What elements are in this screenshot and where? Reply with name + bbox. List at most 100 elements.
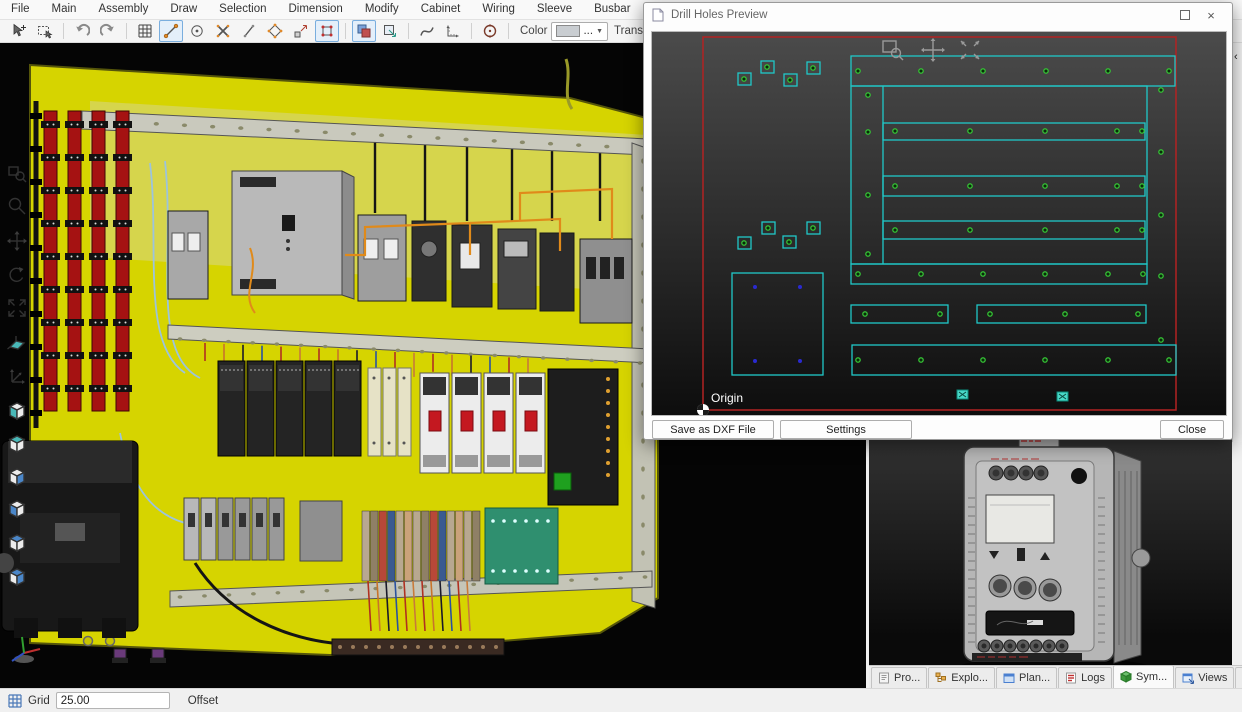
- toolbar-separator: [345, 23, 346, 39]
- select-plus-icon: [11, 23, 27, 39]
- tab-logs[interactable]: Logs: [1058, 667, 1112, 688]
- tab-label: Plan...: [1019, 672, 1050, 684]
- terminal-strip-green: [485, 508, 558, 584]
- menu-sleeve[interactable]: Sleeve: [526, 0, 583, 19]
- snap-node-button[interactable]: [315, 20, 339, 42]
- preview-view-tools[interactable]: [883, 38, 979, 62]
- delete-cross-icon: [215, 23, 231, 39]
- menu-modify[interactable]: Modify: [354, 0, 410, 19]
- menu-dimension[interactable]: Dimension: [277, 0, 353, 19]
- snap-node-icon: [319, 23, 335, 39]
- move-3d-button[interactable]: [3, 363, 31, 391]
- cube-view-5-button[interactable]: [3, 529, 31, 557]
- symbols-icon: [1120, 671, 1132, 683]
- menu-cabinet[interactable]: Cabinet: [410, 0, 472, 19]
- menu-busbar[interactable]: Busbar: [583, 0, 641, 19]
- grid-size-input[interactable]: [56, 692, 170, 709]
- plate-outline: [703, 37, 1176, 410]
- cube-view-1-icon: [7, 401, 27, 421]
- move-node-icon: [293, 23, 309, 39]
- dialog-title-bar[interactable]: Drill Holes Preview ×: [644, 3, 1232, 27]
- draw-circle-icon: [189, 23, 205, 39]
- menu-main[interactable]: Main: [41, 0, 88, 19]
- select-window-button[interactable]: [33, 20, 57, 42]
- draw-line-icon: [163, 23, 179, 39]
- draw-slash-button[interactable]: [237, 20, 261, 42]
- marker-squares: [957, 390, 1068, 401]
- select-plus-button[interactable]: [7, 20, 31, 42]
- paste-object-button[interactable]: [378, 20, 402, 42]
- draw-line-button[interactable]: [159, 20, 183, 42]
- tab-views[interactable]: Views: [1175, 667, 1234, 688]
- close-button[interactable]: Close: [1160, 420, 1224, 439]
- logs-icon: [1065, 672, 1077, 684]
- tab-label: Pro...: [894, 672, 920, 684]
- orbit-button[interactable]: [478, 20, 502, 42]
- cube-view-3-button[interactable]: [3, 463, 31, 491]
- cube-view-6-icon: [7, 567, 27, 587]
- menu-selection[interactable]: Selection: [208, 0, 277, 19]
- toolbar-separator: [126, 23, 127, 39]
- fit-view-icon: [7, 298, 27, 318]
- tab-properties[interactable]: Pro...: [871, 667, 927, 688]
- redo-icon: [100, 23, 116, 39]
- drill-preview-canvas[interactable]: Origin: [651, 31, 1227, 416]
- origin-marker: [697, 404, 709, 416]
- redo-button[interactable]: [96, 20, 120, 42]
- toolbar-separator: [63, 23, 64, 39]
- views-icon: [1182, 672, 1194, 684]
- measure-axis-button[interactable]: [441, 20, 465, 42]
- cube-view-2-button[interactable]: [3, 430, 31, 458]
- copy-object-button[interactable]: [352, 20, 376, 42]
- restore-button[interactable]: [1172, 5, 1198, 25]
- tab-label: Explo...: [951, 672, 988, 684]
- cutout-shapes: [732, 56, 1176, 375]
- zoom-button[interactable]: [3, 193, 31, 221]
- draw-polygon-button[interactable]: [263, 20, 287, 42]
- select-window-icon: [37, 23, 53, 39]
- color-dropdown[interactable]: ...▼: [551, 22, 608, 41]
- tab-symbols[interactable]: Sym...: [1113, 665, 1174, 688]
- settings-button[interactable]: Settings: [780, 420, 912, 439]
- chevron-down-icon: ▼: [596, 28, 603, 35]
- panel-collapse-strip[interactable]: ‹: [1232, 43, 1242, 442]
- tab-plans[interactable]: Plan...: [996, 667, 1057, 688]
- undo-button[interactable]: [70, 20, 94, 42]
- plane-view-icon: [7, 333, 27, 353]
- move-node-button[interactable]: [289, 20, 313, 42]
- cube-view-4-button[interactable]: [3, 495, 31, 523]
- tab-filter[interactable]: Filter: [1235, 667, 1242, 688]
- loose-connectors: [112, 649, 166, 663]
- delete-cross-button[interactable]: [211, 20, 235, 42]
- draw-circle-button[interactable]: [185, 20, 209, 42]
- zoom-region-button[interactable]: [3, 159, 31, 187]
- cube-view-6-button[interactable]: [3, 563, 31, 591]
- collapse-chevron-icon[interactable]: ‹: [1234, 51, 1238, 63]
- menu-wiring[interactable]: Wiring: [471, 0, 526, 19]
- toolbar-separator: [471, 23, 472, 39]
- save-dxf-button[interactable]: Save as DXF File: [652, 420, 774, 439]
- menu-file[interactable]: File: [0, 0, 41, 19]
- dialog-title: Drill Holes Preview: [671, 9, 768, 21]
- rotate-view-button[interactable]: [3, 261, 31, 289]
- orbit-icon: [482, 23, 498, 39]
- rotate-view-icon: [7, 265, 27, 285]
- zoom-icon: [7, 197, 27, 217]
- close-dialog-button[interactable]: ×: [1198, 5, 1224, 25]
- grid-button[interactable]: [133, 20, 157, 42]
- offset-label: Offset: [188, 695, 218, 707]
- menu-assembly[interactable]: Assembly: [87, 0, 159, 19]
- explorer-icon: [935, 672, 947, 684]
- origin-label: Origin: [711, 391, 743, 405]
- spline-button[interactable]: [415, 20, 439, 42]
- status-bar: Grid Offset: [0, 688, 1242, 712]
- fit-view-button[interactable]: [3, 294, 31, 322]
- menu-draw[interactable]: Draw: [159, 0, 208, 19]
- pan-button[interactable]: [3, 227, 31, 255]
- tab-explorer[interactable]: Explo...: [928, 667, 995, 688]
- plc-module: [548, 369, 618, 505]
- cube-view-1-button[interactable]: [3, 397, 31, 425]
- measure-axis-icon: [445, 23, 461, 39]
- plane-view-button[interactable]: [3, 329, 31, 357]
- grid-label: Grid: [28, 695, 50, 707]
